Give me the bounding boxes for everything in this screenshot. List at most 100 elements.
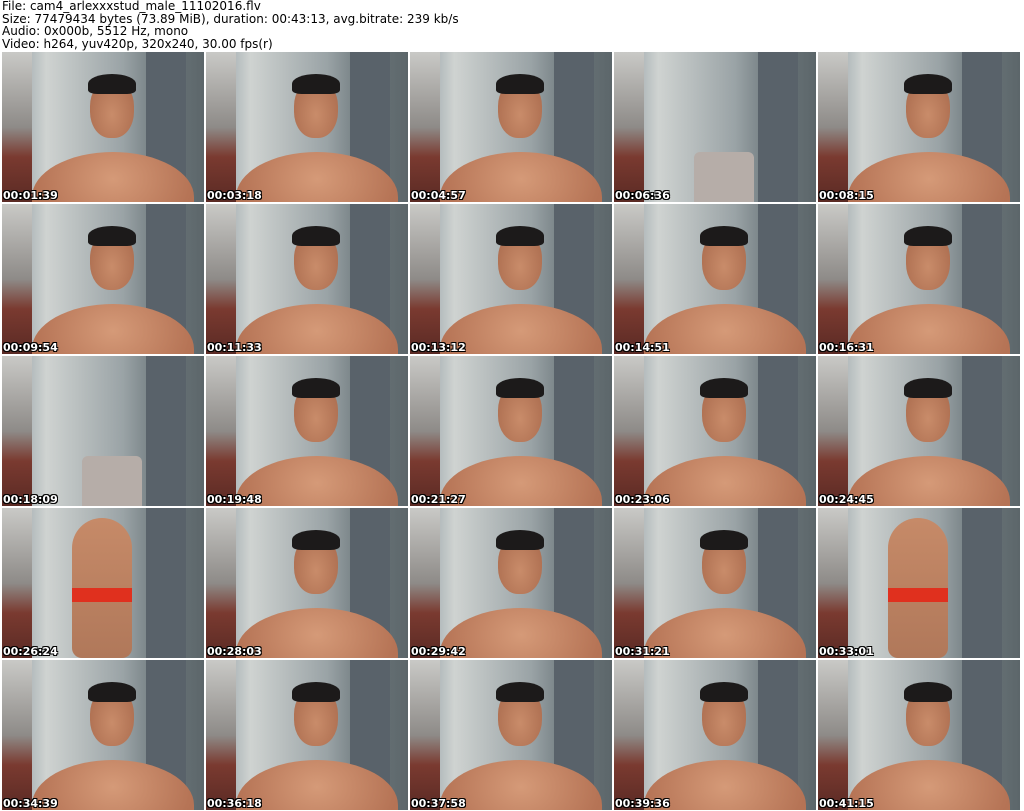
video-thumbnail: 00:26:24 — [2, 508, 204, 658]
video-thumbnail: 00:13:12 — [410, 204, 612, 354]
red-brief — [72, 588, 132, 602]
person-hair — [496, 530, 544, 550]
timestamp: 00:06:36 — [615, 189, 670, 202]
timestamp: 00:26:24 — [3, 645, 58, 658]
door — [758, 52, 798, 202]
shelf — [614, 356, 644, 506]
shelf — [2, 204, 32, 354]
shelf — [410, 508, 440, 658]
timestamp: 00:31:21 — [615, 645, 670, 658]
video-thumbnail: 00:33:01 — [818, 508, 1020, 658]
file-name: File: cam4_arlexxxstud_male_11102016.flv — [2, 0, 261, 13]
person-hair — [496, 74, 544, 94]
shelf — [206, 660, 236, 810]
shelf — [206, 52, 236, 202]
shelf — [818, 660, 848, 810]
person-hair — [292, 378, 340, 398]
shelf — [206, 204, 236, 354]
video-thumbnail: 00:29:42 — [410, 508, 612, 658]
shelf — [410, 204, 440, 354]
timestamp: 00:24:45 — [819, 493, 874, 506]
person-hair — [292, 530, 340, 550]
person-hair — [700, 530, 748, 550]
video-thumbnail: 00:14:51 — [614, 204, 816, 354]
timestamp: 00:34:39 — [3, 797, 58, 810]
video-thumbnail: 00:39:36 — [614, 660, 816, 810]
video-thumbnail: 00:23:06 — [614, 356, 816, 506]
video-thumbnail: 00:06:36 — [614, 52, 816, 202]
timestamp: 00:33:01 — [819, 645, 874, 658]
video-thumbnail: 00:21:27 — [410, 356, 612, 506]
timestamp: 00:16:31 — [819, 341, 874, 354]
shelf — [2, 660, 32, 810]
person-hair — [88, 226, 136, 246]
video-thumbnail: 00:37:58 — [410, 660, 612, 810]
timestamp: 00:36:18 — [207, 797, 262, 810]
video-thumbnail: 00:11:33 — [206, 204, 408, 354]
shelf — [614, 660, 644, 810]
video-thumbnail: 00:19:48 — [206, 356, 408, 506]
video-thumbnail: 00:03:18 — [206, 52, 408, 202]
timestamp: 00:14:51 — [615, 341, 670, 354]
person-hair — [904, 682, 952, 702]
timestamp: 00:08:15 — [819, 189, 874, 202]
shelf — [410, 660, 440, 810]
timestamp: 00:21:27 — [411, 493, 466, 506]
door — [146, 508, 186, 658]
person-hair — [700, 378, 748, 398]
timestamp: 00:23:06 — [615, 493, 670, 506]
shelf — [2, 508, 32, 658]
video-thumbnail: 00:04:57 — [410, 52, 612, 202]
person-hair — [496, 378, 544, 398]
thumbnail-grid: 00:01:39 00:03:18 00:04:57 00:06:36 00:08:15… — [2, 52, 1020, 810]
person-hair — [292, 74, 340, 94]
video-thumbnail: 00:08:15 — [818, 52, 1020, 202]
red-brief — [888, 588, 948, 602]
shelf — [206, 356, 236, 506]
chair — [82, 456, 142, 506]
person-hair — [496, 682, 544, 702]
shelf — [2, 356, 32, 506]
video-thumbnail: 00:01:39 — [2, 52, 204, 202]
timestamp: 00:13:12 — [411, 341, 466, 354]
video-thumbnail: 00:34:39 — [2, 660, 204, 810]
person-hair — [904, 226, 952, 246]
video-thumbnail: 00:36:18 — [206, 660, 408, 810]
door — [962, 508, 1002, 658]
person-hair — [700, 682, 748, 702]
shelf — [614, 508, 644, 658]
shelf — [2, 52, 32, 202]
person-hair — [904, 378, 952, 398]
video-thumbnail: 00:18:09 — [2, 356, 204, 506]
shelf — [206, 508, 236, 658]
shelf — [818, 52, 848, 202]
video-thumbnail: 00:31:21 — [614, 508, 816, 658]
person-hair — [88, 682, 136, 702]
timestamp: 00:09:54 — [3, 341, 58, 354]
shelf — [818, 508, 848, 658]
timestamp: 00:01:39 — [3, 189, 58, 202]
video-info: Video: h264, yuv420p, 320x240, 30.00 fps… — [2, 36, 273, 51]
audio-info: Audio: 0x000b, 5512 Hz, mono — [2, 24, 189, 38]
timestamp: 00:19:48 — [207, 493, 262, 506]
person-hair — [700, 226, 748, 246]
shelf — [818, 204, 848, 354]
door — [146, 356, 186, 506]
file-info-header: File: cam4_arlexxxstud_male_11102016.flv… — [2, 0, 459, 50]
video-thumbnail: 00:09:54 — [2, 204, 204, 354]
timestamp: 00:03:18 — [207, 189, 262, 202]
video-thumbnail: 00:28:03 — [206, 508, 408, 658]
timestamp: 00:04:57 — [411, 189, 466, 202]
timestamp: 00:29:42 — [411, 645, 466, 658]
person-hair — [904, 74, 952, 94]
video-thumbnail: 00:41:15 — [818, 660, 1020, 810]
video-thumbnail: 00:16:31 — [818, 204, 1020, 354]
video-thumbnail: 00:24:45 — [818, 356, 1020, 506]
person-hair — [496, 226, 544, 246]
shelf — [818, 356, 848, 506]
timestamp: 00:18:09 — [3, 493, 58, 506]
person-hair — [292, 226, 340, 246]
timestamp: 00:37:58 — [411, 797, 466, 810]
person-hair — [292, 682, 340, 702]
timestamp: 00:28:03 — [207, 645, 262, 658]
